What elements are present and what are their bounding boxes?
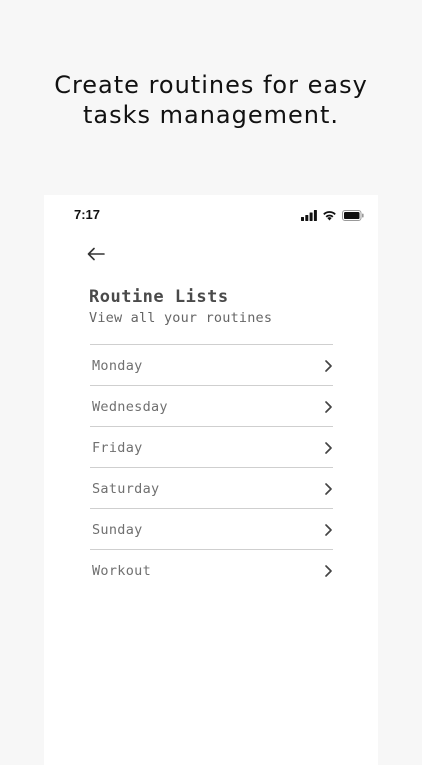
status-bar: 7:17 (44, 195, 378, 235)
chevron-right-icon (323, 523, 333, 537)
battery-icon (342, 209, 364, 221)
routine-list: Monday Wednesday Friday Saturday Sunday (90, 344, 333, 590)
chevron-right-icon (323, 441, 333, 455)
routine-item-label: Workout (92, 563, 151, 579)
routine-item-sunday[interactable]: Sunday (90, 509, 333, 550)
routine-item-label: Wednesday (92, 399, 168, 415)
signal-icon (301, 209, 317, 221)
routine-item-label: Friday (92, 440, 143, 456)
chevron-right-icon (323, 359, 333, 373)
screen-subtitle: View all your routines (89, 310, 273, 326)
promo-headline-line-2: tasks management. (82, 101, 340, 129)
phone-screen: 7:17 Routine Lists View all your routine… (44, 195, 378, 765)
arrow-left-icon (86, 246, 106, 265)
routine-item-label: Saturday (92, 481, 160, 497)
wifi-icon (322, 210, 337, 221)
back-button[interactable] (84, 243, 108, 267)
routine-item-label: Sunday (92, 522, 143, 538)
promo-headline-line-1: Create routines for easy (54, 71, 368, 99)
routine-item-workout[interactable]: Workout (90, 550, 333, 590)
status-time: 7:17 (74, 207, 101, 222)
routine-item-label: Monday (92, 358, 143, 374)
screen-title: Routine Lists (89, 287, 229, 307)
routine-item-friday[interactable]: Friday (90, 427, 333, 468)
promo-headline: Create routines for easy tasks managemen… (0, 70, 422, 130)
chevron-right-icon (323, 482, 333, 496)
chevron-right-icon (323, 400, 333, 414)
routine-item-saturday[interactable]: Saturday (90, 468, 333, 509)
status-icons (301, 209, 364, 221)
routine-item-wednesday[interactable]: Wednesday (90, 386, 333, 427)
chevron-right-icon (323, 564, 333, 578)
routine-item-monday[interactable]: Monday (90, 345, 333, 386)
